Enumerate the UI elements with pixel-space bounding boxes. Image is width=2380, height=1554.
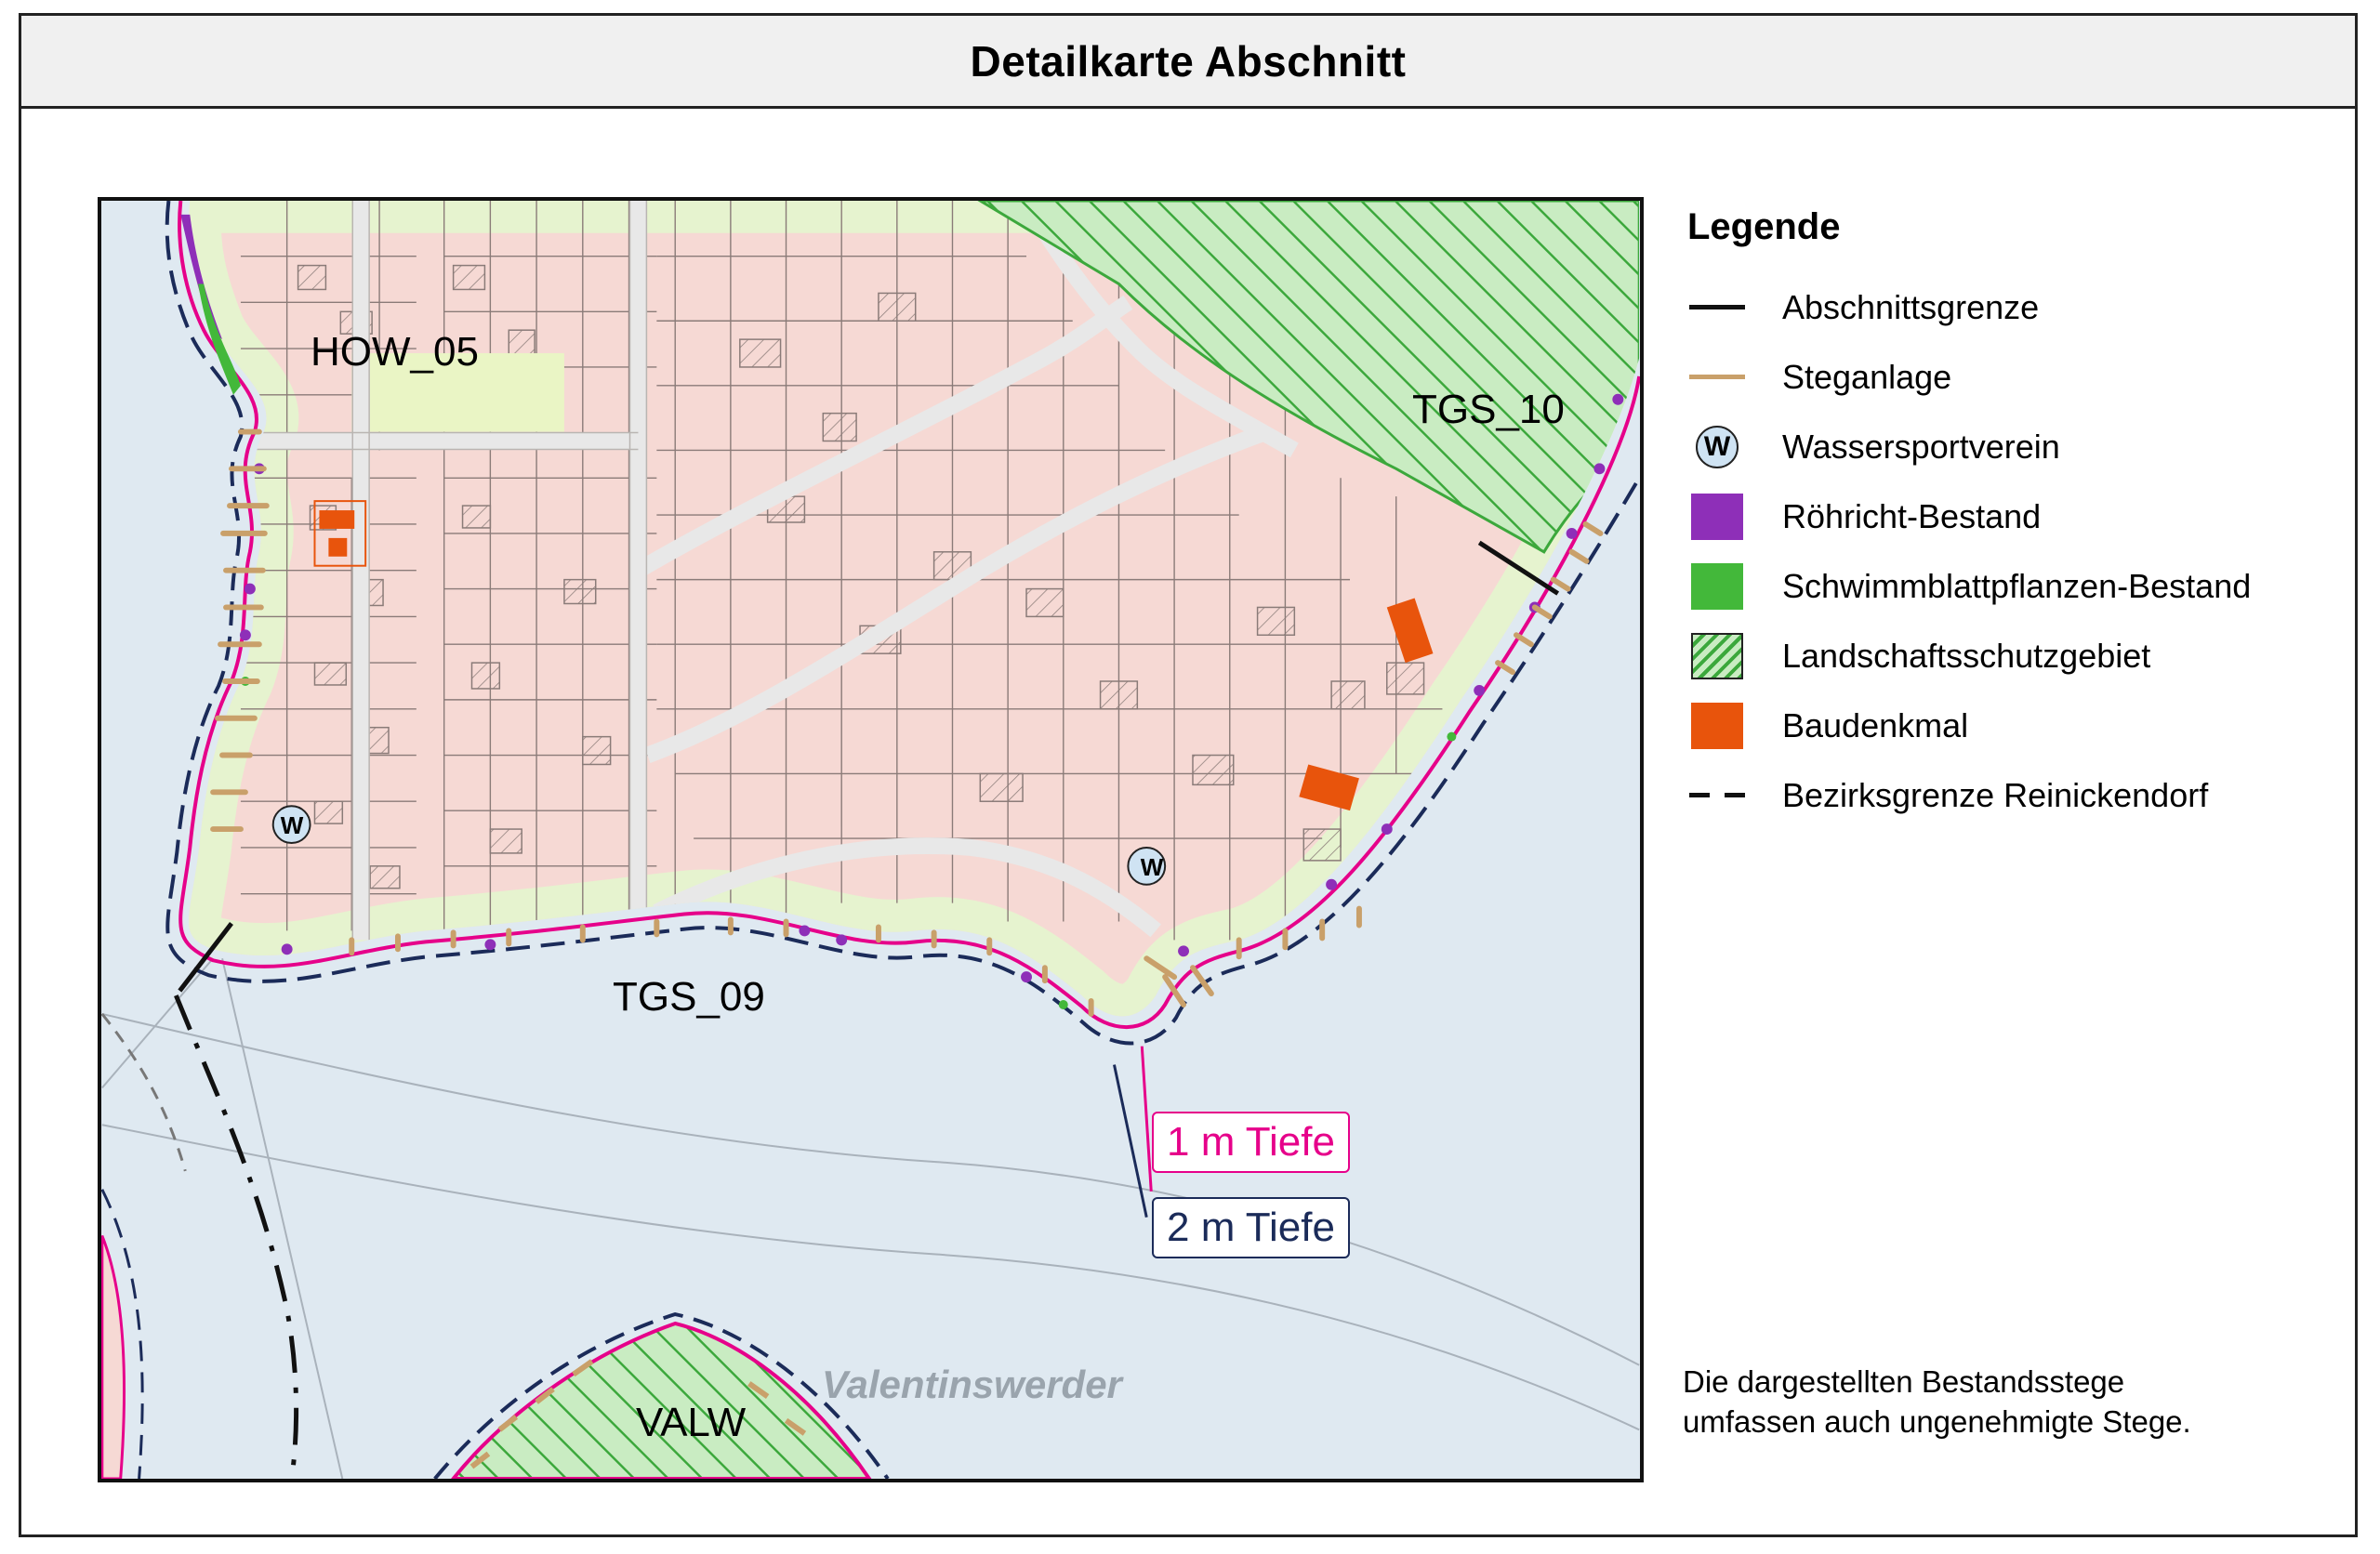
depth-label-2m: 2 m Tiefe	[1152, 1197, 1350, 1258]
legend-label: Steganlage	[1782, 357, 1952, 396]
map-legend: Legende Abschnittsgrenze Steganlage W Wa…	[1687, 206, 2338, 830]
section-label-tgs09: TGS_09	[613, 974, 765, 1020]
purple-box-icon	[1691, 493, 1743, 540]
detail-map[interactable]: HOW_05 TGS_10 TGS_09 VALW Valentinswerde…	[98, 197, 1644, 1482]
legend-label: Wassersportverein	[1782, 427, 2060, 466]
orange-box-icon	[1691, 702, 1743, 749]
club-marker-w-1: W	[280, 811, 304, 839]
section-label-how05: HOW_05	[311, 329, 479, 375]
legend-label: Bezirksgrenze Reinickendorf	[1782, 775, 2209, 814]
legend-label: Schwimmblattpflanzen-Bestand	[1782, 566, 2252, 605]
footnote: Die dargestellten Bestandsstege umfassen…	[1683, 1362, 2191, 1442]
legend-item-steganlage: Steganlage	[1687, 342, 2338, 412]
legend-label: Landschaftsschutzgebiet	[1782, 636, 2151, 675]
club-marker-w-2: W	[1140, 853, 1164, 881]
legend-item-baudenkmal: Baudenkmal	[1687, 691, 2338, 760]
map-sheet: Detailkarte Abschnitt HOW_05 TGS_10 TGS_…	[19, 13, 2358, 1537]
legend-label: Baudenkmal	[1782, 705, 1969, 744]
green-box-icon	[1691, 562, 1743, 610]
sheet-title: Detailkarte Abschnitt	[970, 36, 1407, 86]
hatched-box-icon	[1691, 632, 1743, 679]
dashed-line-icon	[1689, 793, 1745, 797]
footnote-line-2: umfassen auch ungenehmigte Stege.	[1683, 1404, 2191, 1439]
island-name-label: Valentinswerder	[822, 1363, 1122, 1406]
legend-item-schwimmblattpflanzen: Schwimmblattpflanzen-Bestand	[1687, 551, 2338, 621]
legend-label: Abschnittsgrenze	[1782, 287, 2040, 326]
tan-line-icon	[1689, 375, 1745, 379]
footnote-line-1: Die dargestellten Bestandsstege	[1683, 1364, 2125, 1399]
legend-item-wassersportverein: W Wassersportverein	[1687, 412, 2338, 481]
legend-item-abschnittsgrenze: Abschnittsgrenze	[1687, 272, 2338, 342]
w-circle-icon: W	[1696, 425, 1739, 468]
legend-item-roehricht: Röhricht-Bestand	[1687, 481, 2338, 551]
title-bar: Detailkarte Abschnitt	[21, 16, 2355, 109]
legend-title: Legende	[1687, 206, 1841, 247]
depth-label-1m: 1 m Tiefe	[1152, 1112, 1350, 1173]
legend-item-landschaftsschutzgebiet: Landschaftsschutzgebiet	[1687, 621, 2338, 691]
map-canvas	[101, 201, 1640, 1479]
legend-label: Röhricht-Bestand	[1782, 496, 2042, 535]
black-line-icon	[1689, 305, 1745, 309]
section-label-valw: VALW	[636, 1400, 747, 1445]
legend-item-bezirksgrenze: Bezirksgrenze Reinickendorf	[1687, 760, 2338, 830]
section-label-tgs10: TGS_10	[1412, 387, 1565, 432]
